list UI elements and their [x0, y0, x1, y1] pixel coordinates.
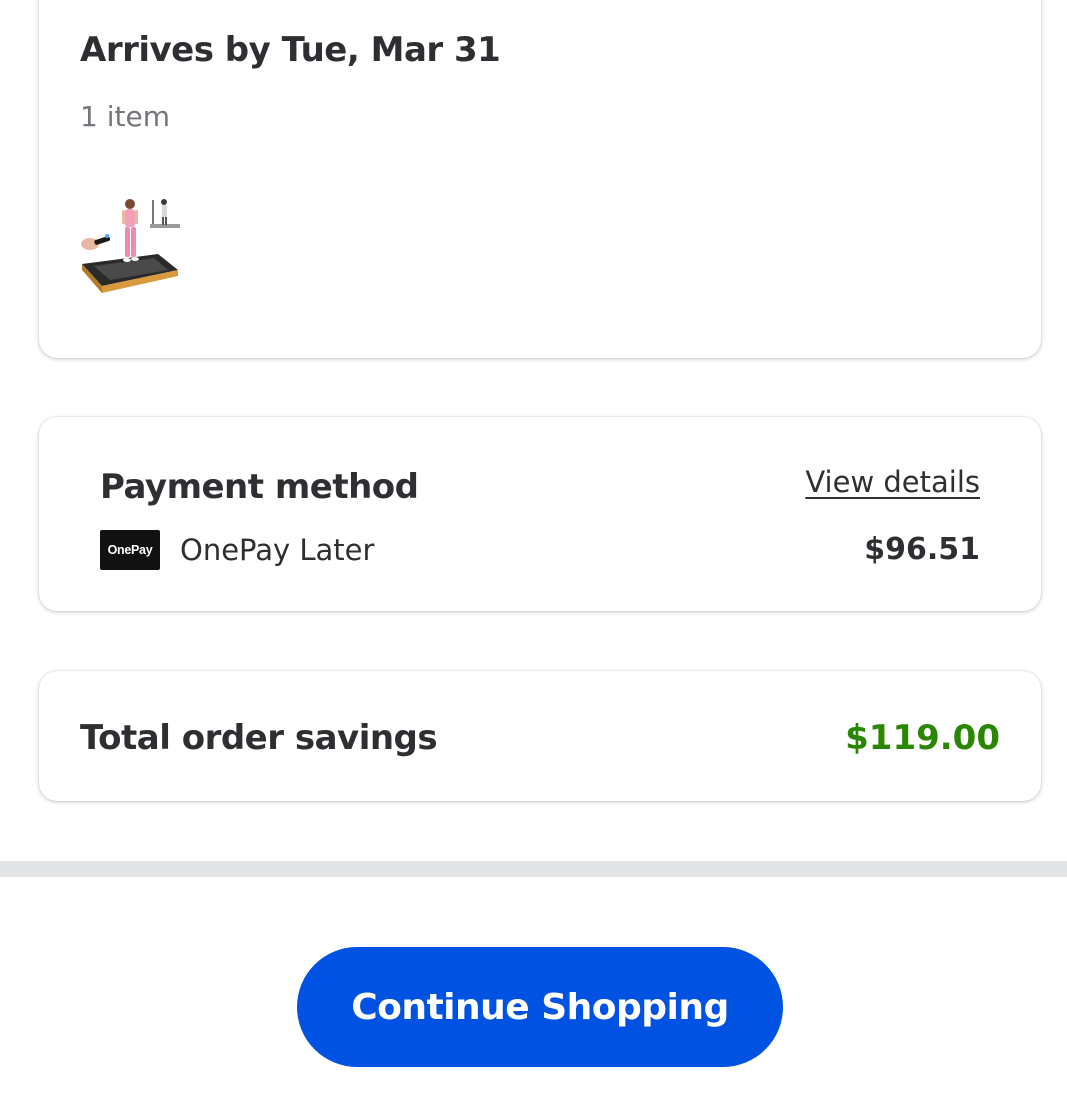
item-count: 1 item [80, 100, 170, 133]
footer-bar: Continue Shopping [0, 877, 1067, 1102]
view-details-link[interactable]: View details [805, 465, 980, 499]
section-divider [0, 861, 1067, 877]
product-thumbnail[interactable] [80, 196, 180, 296]
delivery-date-heading: Arrives by Tue, Mar 31 [80, 30, 501, 70]
total-savings-label: Total order savings [80, 718, 438, 758]
payment-amount: $96.51 [864, 532, 980, 567]
order-confirmation-page: Arrives by Tue, Mar 31 1 item Payment me… [0, 0, 1067, 1102]
payment-card: Payment method View details OnePay OnePa… [39, 417, 1041, 611]
onepay-logo-icon: OnePay [100, 530, 160, 570]
payment-method-heading: Payment method [100, 467, 419, 507]
treadmill-image [80, 196, 180, 296]
savings-card: Total order savings $119.00 [39, 671, 1041, 801]
payment-method-name: OnePay Later [180, 533, 375, 567]
total-savings-amount: $119.00 [845, 718, 1000, 758]
delivery-card: Arrives by Tue, Mar 31 1 item [39, 0, 1041, 358]
onepay-logo-text: OnePay [107, 543, 153, 557]
continue-shopping-button[interactable]: Continue Shopping [297, 947, 783, 1067]
